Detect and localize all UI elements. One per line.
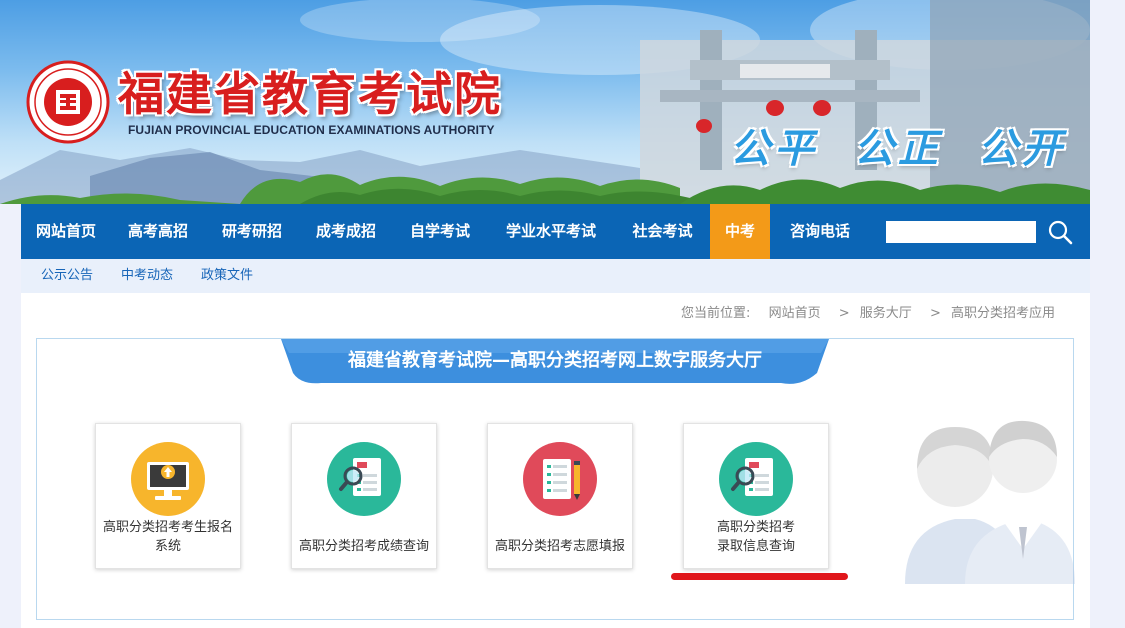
service-card-label: 高职分类招考 录取信息查询 (716, 520, 795, 554)
main-nav: 网站首页 高考高招 研考研招 成考成招 自学考试 学业水平考试 社会考试 中考 … (21, 204, 1090, 259)
breadcrumb-current: 高职分类招考应用 (950, 306, 1055, 321)
highlight-underline-annotation (671, 573, 848, 580)
nav-proficiency-exam[interactable]: 学业水平考试 (487, 204, 615, 259)
subnav-announcements[interactable]: 公示公告 (41, 259, 93, 293)
service-hall-panel: 福建省教育考试院—高职分类招考网上数字服务大厅 高职分类招考考生报名 系统 高职… (36, 338, 1075, 620)
breadcrumb-home[interactable]: 网站首页 (769, 306, 821, 321)
site-title: 福建省教育考试院 (118, 67, 502, 121)
service-card-label: 高职分类招考考生报名 系统 (102, 520, 233, 554)
nav-graduate-exam[interactable]: 研考研招 (205, 204, 299, 259)
breadcrumb-separator: > (929, 306, 941, 321)
authority-seal-logo (26, 60, 110, 144)
score-search-icon (327, 442, 401, 516)
nav-hotline[interactable]: 咨询电话 (770, 204, 870, 259)
breadcrumb-service-hall[interactable]: 服务大厅 (860, 306, 912, 321)
nav-self-study-exam[interactable]: 自学考试 (393, 204, 487, 259)
service-card-label: 高职分类招考志愿填报 (494, 539, 625, 554)
service-card-admission-query[interactable]: 高职分类招考 录取信息查询 (683, 423, 829, 569)
nav-home[interactable]: 网站首页 (21, 204, 111, 259)
service-card-application[interactable]: 高职分类招考志愿填报 (487, 423, 633, 569)
nav-gaokao[interactable]: 高考高招 (111, 204, 205, 259)
search-icon[interactable] (1047, 219, 1073, 245)
nav-adult-exam[interactable]: 成考成招 (299, 204, 393, 259)
customer-service-mascots-illustration (905, 420, 1075, 584)
subnav-policy-docs[interactable]: 政策文件 (201, 259, 253, 293)
score-search-icon (719, 442, 793, 516)
form-pencil-icon (523, 442, 597, 516)
nav-social-exam[interactable]: 社会考试 (615, 204, 710, 259)
banner-slogan: 公平 公正 公开 (730, 125, 1066, 172)
service-card-label: 高职分类招考成绩查询 (298, 539, 429, 554)
search-input[interactable] (886, 221, 1036, 243)
subnav-zhongkao-news[interactable]: 中考动态 (121, 259, 173, 293)
breadcrumb-prefix: 您当前位置: (681, 306, 751, 321)
site-subtitle: FUJIAN PROVINCIAL EDUCATION EXAMINATIONS… (128, 123, 495, 137)
service-card-registration[interactable]: 高职分类招考考生报名 系统 (95, 423, 241, 569)
content-area: 您当前位置: 网站首页 > 服务大厅 > 高职分类招考应用 福建省教育考试院—高… (21, 293, 1090, 628)
header-banner: 福建省教育考试院 FUJIAN PROVINCIAL EDUCATION EXA… (0, 0, 1090, 204)
sub-nav: 公示公告 中考动态 政策文件 (21, 259, 1090, 293)
monitor-upload-icon (131, 442, 205, 516)
nav-zhongkao[interactable]: 中考 (710, 204, 770, 259)
breadcrumb: 您当前位置: 网站首页 > 服务大厅 > 高职分类招考应用 (21, 302, 1055, 321)
hall-title: 福建省教育考试院—高职分类招考网上数字服务大厅 (348, 350, 762, 371)
service-card-score-query[interactable]: 高职分类招考成绩查询 (291, 423, 437, 569)
breadcrumb-separator: > (838, 306, 850, 321)
